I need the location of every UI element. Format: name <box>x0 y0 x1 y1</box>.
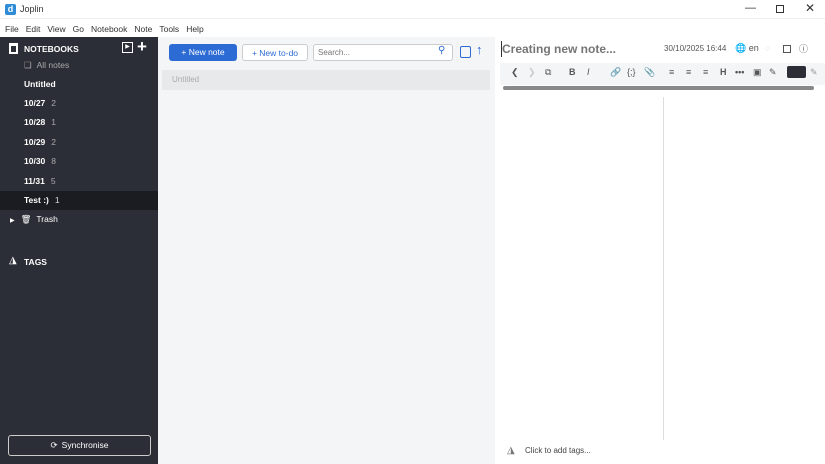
notebook-item[interactable]: 10/30 8 <box>0 152 158 171</box>
new-todo-button[interactable]: + New to-do <box>242 44 308 61</box>
menu-view[interactable]: View <box>47 24 65 34</box>
horizontal-rule-icon[interactable]: ••• <box>735 67 744 77</box>
window-title: Joplin <box>20 4 44 14</box>
sidebar-item-all-notes[interactable]: ❏ All notes <box>0 56 158 75</box>
tags-icon: ◮ <box>507 445 515 456</box>
layout-toggle-icon[interactable] <box>783 45 791 53</box>
insert-datetime-icon[interactable]: ▣ <box>753 67 762 78</box>
toggle-editors-icon[interactable] <box>787 66 806 78</box>
spell-icon[interactable]: ✎ <box>769 67 777 78</box>
notebook-item[interactable]: 11/31 5 <box>0 172 158 191</box>
markdown-editor[interactable] <box>500 95 663 440</box>
info-icon[interactable]: ⓘ <box>799 42 808 55</box>
notebook-item[interactable]: 10/27 2 <box>0 94 158 113</box>
trash-icon: 🗑 <box>20 214 32 224</box>
menu-tools[interactable]: Tools <box>159 24 179 34</box>
note-title-input[interactable] <box>501 41 651 57</box>
note-list: + New note + New to-do ⚲ ↑ Untitled <box>158 37 495 464</box>
notebook-item-selected[interactable]: Test :) 1 <box>0 191 158 210</box>
code-icon[interactable]: {;} <box>627 67 636 77</box>
notebook-item[interactable]: Untitled <box>0 75 158 94</box>
menu-edit[interactable]: Edit <box>26 24 41 34</box>
globe-icon: 🌐 <box>735 43 747 53</box>
note-preview <box>664 95 825 440</box>
tag-icon: ◮ <box>9 255 17 266</box>
toggle-panel-icon[interactable]: ▶ <box>122 42 133 53</box>
tags-header[interactable]: TAGS <box>24 257 47 267</box>
menu-file[interactable]: File <box>5 24 19 34</box>
menu-notebook[interactable]: Notebook <box>91 24 127 34</box>
search-icon[interactable]: ⚲ <box>438 45 445 56</box>
add-notebook-icon[interactable]: + <box>137 37 147 57</box>
notebook-item[interactable]: 10/29 2 <box>0 133 158 152</box>
all-notes-label: All notes <box>36 60 70 70</box>
rich-text-icon[interactable]: ✎ <box>810 67 818 78</box>
horizontal-scrollbar[interactable] <box>503 86 814 90</box>
sort-date-icon[interactable] <box>460 46 471 58</box>
new-note-button[interactable]: + New note <box>169 44 237 61</box>
attach-icon[interactable]: 📎 <box>644 67 655 78</box>
menu-go[interactable]: Go <box>73 24 84 34</box>
sidebar: NOTEBOOKS ▶ + ❏ All notes Untitled 10/27 2… <box>0 37 158 464</box>
bullet-list-icon[interactable]: ≡ <box>669 67 674 77</box>
app-logo: d <box>5 4 16 15</box>
close-button[interactable]: ✕ <box>805 1 815 15</box>
menu-note[interactable]: Note <box>134 24 152 34</box>
forward-icon[interactable]: ❯ <box>528 67 536 78</box>
add-tags-button[interactable]: Click to add tags... <box>525 446 591 455</box>
notebook-icon <box>9 43 18 54</box>
note-editor: 30/10/2025 16:44 🌐 en ○ ⓘ ❮ ❯ ⧉ B I 🔗 {;… <box>495 37 825 464</box>
note-datetime: 30/10/2025 16:44 <box>664 44 727 53</box>
synchronise-button[interactable]: ⟳ Synchronise <box>8 435 151 456</box>
notebook-item[interactable]: 10/28 1 <box>0 113 158 132</box>
expand-arrow-icon[interactable]: ▶ <box>10 218 15 224</box>
external-edit-icon[interactable]: ⧉ <box>545 67 551 78</box>
minimize-button[interactable]: — <box>745 2 756 14</box>
search-input[interactable] <box>313 44 453 61</box>
all-notes-icon: ❏ <box>24 60 32 70</box>
heading-icon[interactable]: H <box>720 67 727 77</box>
sidebar-item-trash[interactable]: ▶ 🗑 Trash <box>0 210 158 229</box>
note-list-item[interactable]: Untitled <box>162 70 490 90</box>
numbered-list-icon[interactable]: ≡ <box>686 67 691 77</box>
checklist-icon[interactable]: ≡ <box>703 67 708 77</box>
sort-order-icon[interactable]: ↑ <box>476 42 483 57</box>
spellcheck-icon[interactable]: ○ <box>765 43 770 53</box>
link-icon[interactable]: 🔗 <box>610 67 621 78</box>
back-icon[interactable]: ❮ <box>511 67 519 78</box>
maximize-button[interactable] <box>776 5 784 13</box>
notebooks-header[interactable]: NOTEBOOKS <box>24 44 79 54</box>
bold-icon[interactable]: B <box>569 67 576 77</box>
language-button[interactable]: 🌐 en <box>735 43 759 54</box>
italic-icon[interactable]: I <box>587 67 590 77</box>
menu-help[interactable]: Help <box>186 24 203 34</box>
menu-bar: File Edit View Go Notebook Note Tools Help <box>0 19 825 37</box>
sync-icon: ⟳ <box>50 440 58 450</box>
title-bar: d Joplin — ✕ <box>0 0 825 19</box>
